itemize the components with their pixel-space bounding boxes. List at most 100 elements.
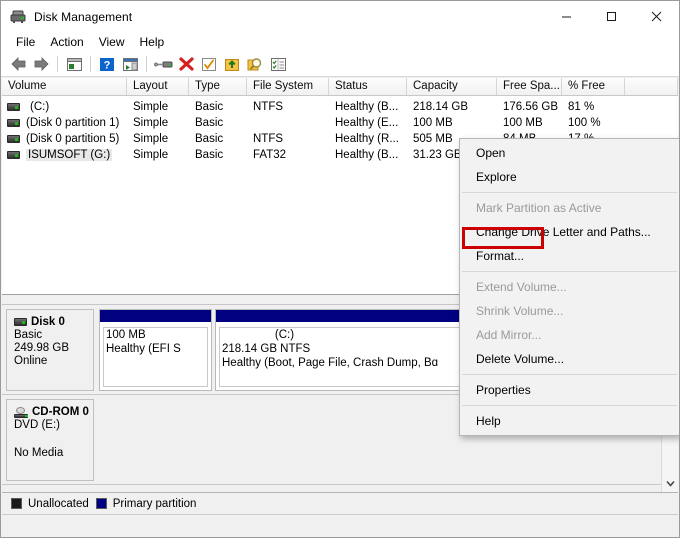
toolbar-separator	[57, 56, 58, 72]
window-controls	[544, 1, 679, 32]
context-menu-item-explore[interactable]: Explore	[460, 165, 679, 189]
column-header-volume[interactable]: Volume	[2, 78, 127, 95]
forward-arrow-icon[interactable]	[30, 54, 52, 75]
context-menu-separator	[462, 192, 677, 193]
column-header-blank[interactable]	[625, 78, 678, 95]
partition-size: 218.14 GB NTFS	[222, 343, 311, 355]
context-menu-item-delete-volume[interactable]: Delete Volume...	[460, 347, 679, 371]
cell-volume-label: (Disk 0 partition 5)	[26, 133, 120, 145]
legend: Unallocated Primary partition	[2, 492, 678, 514]
context-menu-item-add-mirror: Add Mirror...	[476, 328, 542, 342]
cell-volume: ISUMSOFT (G:)	[2, 149, 127, 161]
menu-item-action[interactable]: Action	[43, 34, 91, 50]
volume-icon	[7, 103, 20, 111]
toolbar-separator	[90, 56, 91, 72]
column-header-type[interactable]: Type	[189, 78, 247, 95]
context-menu-item-change-drive-letter[interactable]: Change Drive Letter and Paths...	[460, 220, 679, 244]
disk-name: CD-ROM 0	[32, 406, 89, 418]
svg-text:?: ?	[104, 59, 111, 71]
cell-layout: Simple	[133, 149, 169, 161]
partition-c[interactable]: (C:) 218.14 GB NTFS Healthy (Boot, Page …	[215, 309, 498, 391]
context-menu-item-extend-volume: Extend Volume...	[476, 280, 567, 294]
column-header-percent-free[interactable]: % Free	[562, 78, 625, 95]
cell-free-space: 100 MB	[503, 117, 543, 129]
menu-item-file[interactable]: File	[9, 34, 43, 50]
cell-file-system: NTFS	[253, 133, 284, 145]
legend-swatch-unallocated	[11, 498, 22, 509]
partition-color-bar	[216, 310, 497, 323]
column-header-layout[interactable]: Layout	[127, 78, 189, 95]
cell-layout: Simple	[133, 101, 169, 113]
disk-status: Online	[14, 355, 48, 367]
partition-status: Healthy (Boot, Page File, Crash Dump, Bɑ	[222, 357, 439, 369]
menu-item-help[interactable]: Help	[133, 34, 173, 50]
delete-icon[interactable]	[175, 54, 197, 75]
cdrom-drive-letter: DVD (E:)	[14, 419, 60, 431]
properties-window-icon[interactable]	[119, 54, 141, 75]
partition-size: 100 MB	[106, 329, 146, 341]
cell-free-space: 176.56 GB	[503, 101, 558, 113]
disk-icon	[14, 318, 27, 326]
partition-body: (C:) 218.14 GB NTFS Healthy (Boot, Page …	[216, 323, 497, 370]
disk-name: Disk 0	[31, 316, 65, 328]
column-header-status[interactable]: Status	[329, 78, 407, 95]
table-row[interactable]: (Disk 0 partition 1) Simple Basic Health…	[2, 115, 678, 131]
cell-layout: Simple	[133, 133, 169, 145]
partition-efi[interactable]: 100 MB Healthy (EFI S	[99, 309, 212, 391]
context-menu-separator	[462, 271, 677, 272]
context-menu: Open Explore Mark Partition as Active Ch…	[459, 138, 679, 436]
context-menu-item-mark-partition-active: Mark Partition as Active	[476, 201, 602, 215]
rescan-disks-icon[interactable]	[152, 54, 174, 75]
volume-icon	[7, 135, 20, 143]
legend-label-primary-partition: Primary partition	[112, 497, 197, 510]
disk-info-cdrom0[interactable]: CD-ROM 0 DVD (E:) No Media	[6, 399, 94, 481]
context-menu-separator	[462, 374, 677, 375]
legend-item-unallocated: Unallocated	[11, 498, 89, 510]
help-icon[interactable]: ?	[96, 54, 118, 75]
cell-status: Healthy (R...	[335, 133, 399, 145]
check-icon[interactable]	[198, 54, 220, 75]
cell-volume-label: (C:)	[30, 101, 50, 113]
column-header-file-system[interactable]: File System	[247, 78, 329, 95]
search-icon[interactable]	[244, 54, 266, 75]
column-header-free-space[interactable]: Free Spa...	[497, 78, 562, 95]
partition-status: Healthy (EFI S	[106, 343, 181, 355]
cell-type: Basic	[195, 101, 224, 113]
context-menu-item-help[interactable]: Help	[460, 409, 679, 433]
cell-volume: (Disk 0 partition 1)	[2, 117, 127, 129]
cell-capacity: 218.14 GB	[413, 101, 468, 113]
disk-type: Basic	[14, 329, 43, 341]
cell-file-system: FAT32	[253, 149, 287, 161]
disk-info-disk0[interactable]: Disk 0 Basic 249.98 GB Online	[6, 309, 94, 391]
maximize-icon[interactable]	[589, 1, 634, 32]
menu-item-view[interactable]: View	[92, 34, 133, 50]
volume-list-header: Volume Layout Type File System Status Ca…	[2, 78, 678, 96]
partition-title: (C:)	[274, 329, 295, 341]
close-icon[interactable]	[634, 1, 679, 32]
context-menu-item-properties[interactable]: Properties	[460, 378, 679, 402]
cell-status: Healthy (E...	[335, 117, 399, 129]
disk-management-window: Disk Management File Action View Help ? …	[0, 0, 680, 538]
legend-swatch-primary	[95, 498, 107, 509]
cell-volume: (Disk 0 partition 5)	[2, 133, 127, 145]
menu-bar: File Action View Help	[1, 32, 679, 52]
table-row[interactable]: (C:) Simple Basic NTFS Healthy (B... 218…	[2, 99, 678, 115]
cell-type: Basic	[195, 117, 224, 129]
column-header-capacity[interactable]: Capacity	[407, 78, 497, 95]
new-volume-icon[interactable]	[221, 54, 243, 75]
context-menu-item-open[interactable]: Open	[460, 141, 679, 165]
disk-size: 249.98 GB	[14, 342, 69, 354]
cell-type: Basic	[195, 149, 224, 161]
cell-percent-free: 81 %	[568, 101, 595, 113]
cell-layout: Simple	[133, 117, 169, 129]
back-arrow-icon[interactable]	[7, 54, 29, 75]
show-details-icon[interactable]	[267, 54, 289, 75]
title-bar: Disk Management	[1, 1, 679, 32]
show-hide-console-tree-icon[interactable]	[63, 54, 85, 75]
volume-icon	[7, 119, 20, 127]
chevron-down-icon[interactable]	[662, 475, 679, 492]
minimize-icon[interactable]	[544, 1, 589, 32]
context-menu-item-format[interactable]: Format...	[460, 244, 679, 268]
toolbar: ?	[1, 52, 679, 77]
cell-status: Healthy (B...	[335, 101, 399, 113]
